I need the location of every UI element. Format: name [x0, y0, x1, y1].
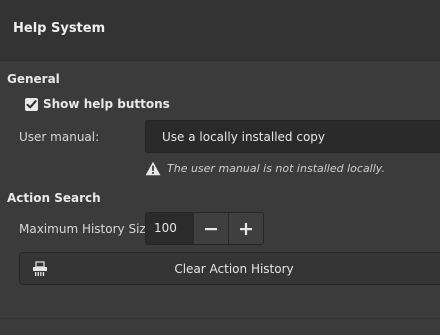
preferences-help-system-page: Help System General Show help buttons Us…: [0, 0, 440, 335]
clear-action-history-button[interactable]: Clear Action History: [19, 252, 440, 285]
history-size-spinbutton: 100: [145, 212, 264, 245]
user-manual-selected-value: Use a locally installed copy: [162, 130, 326, 144]
check-icon: [26, 99, 37, 108]
user-manual-warning: The user manual is not installed locally…: [145, 160, 385, 176]
clear-action-history-label: Clear Action History: [174, 262, 294, 276]
decrement-button[interactable]: [193, 213, 228, 244]
page-header: Help System: [0, 0, 440, 61]
show-help-buttons-checkbox[interactable]: Show help buttons: [25, 96, 170, 112]
divider: [0, 318, 440, 319]
show-help-buttons-label: Show help buttons: [43, 97, 170, 111]
history-size-label: Maximum History Size:: [19, 222, 158, 236]
history-size-input[interactable]: 100: [146, 213, 193, 244]
section-title-general: General: [7, 72, 60, 86]
warning-icon: [145, 161, 161, 175]
section-title-action-search: Action Search: [7, 191, 101, 205]
increment-button[interactable]: [228, 213, 263, 244]
page-title: Help System: [13, 21, 106, 36]
checkbox-box[interactable]: [25, 97, 38, 111]
plus-icon: [240, 222, 252, 235]
user-manual-label: User manual:: [19, 130, 100, 144]
user-manual-combobox[interactable]: Use a locally installed copy: [145, 120, 440, 153]
warning-text: The user manual is not installed locally…: [167, 161, 385, 175]
minus-icon: [205, 227, 217, 230]
